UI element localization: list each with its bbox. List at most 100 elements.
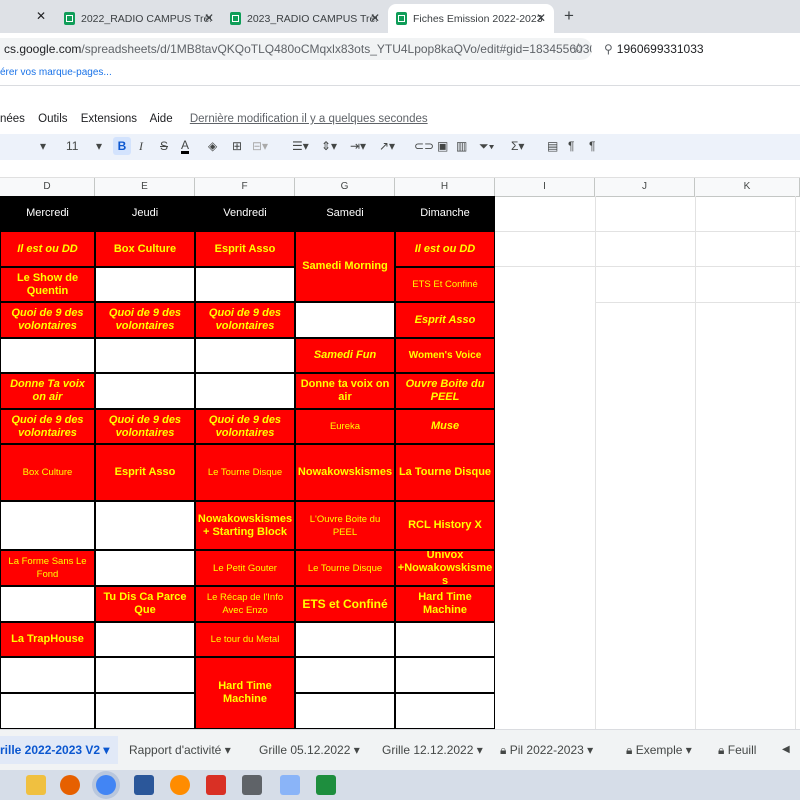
show-cell[interactable]: Ouvre Boite du PEEL	[395, 373, 495, 409]
column-header[interactable]: K	[695, 178, 800, 196]
address-bar[interactable]: cs.google.com/spreadsheets/d/1MB8tavQKQo…	[0, 38, 592, 60]
firefox-icon[interactable]	[60, 775, 80, 795]
empty-cell[interactable]	[95, 657, 195, 693]
insert-link-icon[interactable]: ⊂⊃	[414, 139, 434, 153]
strikethrough-button[interactable]: S	[160, 139, 168, 153]
show-cell[interactable]: Donne Ta voix on air	[0, 373, 95, 409]
merge-cells-icon[interactable]: ⊟▾	[252, 139, 268, 153]
sheet-tab-pil[interactable]: 🔒︎ Pil 2022-2023 ▾	[500, 736, 593, 764]
show-cell[interactable]: Il est ou DD	[0, 231, 95, 267]
close-tab-icon[interactable]: ✕	[536, 11, 546, 25]
font-dropdown-icon[interactable]: ▾	[40, 139, 46, 153]
rtl-icon[interactable]: ¶	[589, 139, 595, 153]
show-cell[interactable]: Hard Time Machine	[395, 586, 495, 622]
bookmarks-hint[interactable]: érer vos marque-pages...	[0, 67, 112, 78]
settings-app-icon[interactable]	[242, 775, 262, 795]
empty-cell[interactable]	[95, 501, 195, 550]
show-cell[interactable]: Esprit Asso	[195, 231, 295, 267]
show-cell[interactable]: Quoi de 9 des volontaires	[95, 302, 195, 338]
close-tab-icon[interactable]: ✕	[36, 9, 46, 23]
acrobat-icon[interactable]	[206, 775, 226, 795]
excel-icon[interactable]	[316, 775, 336, 795]
column-header[interactable]: J	[595, 178, 695, 196]
menu-item-outils[interactable]: Outils	[38, 113, 67, 125]
empty-cell[interactable]	[0, 338, 95, 373]
insert-chart-icon[interactable]: ▥	[456, 139, 467, 153]
search-box[interactable]: ⚲ 1960699331033	[598, 38, 800, 60]
show-cell[interactable]: Samedi Morning	[295, 231, 395, 302]
show-cell[interactable]: Nowakowskismes	[295, 444, 395, 501]
empty-cell[interactable]	[95, 373, 195, 409]
show-cell[interactable]: Samedi Fun	[295, 338, 395, 373]
functions-icon[interactable]: Σ▾	[511, 139, 524, 153]
show-cell[interactable]: Box Culture	[0, 444, 95, 501]
show-cell[interactable]: Quoi de 9 des volontaires	[0, 409, 95, 444]
show-cell[interactable]: ETS et Confiné	[295, 586, 395, 622]
text-rotation-icon[interactable]: ↗▾	[379, 139, 395, 153]
app-icon[interactable]	[170, 775, 190, 795]
day-header[interactable]: Samedi	[295, 196, 395, 231]
column-header[interactable]: E	[95, 178, 195, 196]
font-size-dropdown-icon[interactable]: ▾	[96, 139, 102, 153]
show-cell[interactable]: Le Petit Gouter	[195, 550, 295, 586]
sheet-tab-grille-v2[interactable]: rille 2022-2023 V2 ▾	[0, 736, 118, 764]
ltr-icon[interactable]: ¶	[568, 139, 574, 153]
show-cell[interactable]: Le Tourne Disque	[295, 550, 395, 586]
column-header[interactable]: F	[195, 178, 295, 196]
sheet-tab-grille-1212[interactable]: Grille 12.12.2022 ▾	[382, 736, 483, 764]
empty-cell[interactable]	[395, 693, 495, 729]
show-cell[interactable]: La TrapHouse	[0, 622, 95, 657]
show-cell[interactable]: RCL History X	[395, 501, 495, 550]
empty-cell[interactable]	[195, 267, 295, 302]
show-cell[interactable]: Esprit Asso	[95, 444, 195, 501]
file-explorer-icon[interactable]	[26, 775, 46, 795]
column-header[interactable]: D	[0, 178, 95, 196]
new-tab-button[interactable]: +	[564, 6, 574, 26]
bookmark-star-icon[interactable]: ☆	[572, 40, 585, 57]
column-header[interactable]: I	[495, 178, 595, 196]
close-tab-icon[interactable]: ✕	[204, 11, 214, 25]
show-cell[interactable]: Esprit Asso	[395, 302, 495, 338]
show-cell[interactable]: Il est ou DD	[395, 231, 495, 267]
borders-icon[interactable]: ⊞	[232, 139, 242, 153]
show-cell[interactable]: Univox +Nowakowskisme s	[395, 550, 495, 586]
text-color-button[interactable]: A	[181, 139, 190, 154]
sheet-tab-grille-0512[interactable]: Grille 05.12.2022 ▾	[259, 736, 360, 764]
bookmarks-bar[interactable]: érer vos marque-pages...	[0, 63, 800, 86]
scroll-tabs-left-icon[interactable]: ◀	[782, 744, 790, 755]
show-cell[interactable]: La Forme Sans Le Fond	[0, 550, 95, 586]
empty-cell[interactable]	[195, 373, 295, 409]
column-header[interactable]: G	[295, 178, 395, 196]
align-vertical-icon[interactable]: ⇕▾	[321, 139, 337, 153]
word-icon[interactable]	[134, 775, 154, 795]
show-cell[interactable]: L'Ouvre Boite du PEEL	[295, 501, 395, 550]
empty-cell[interactable]	[0, 586, 95, 622]
chrome-icon[interactable]	[96, 775, 116, 795]
show-cell[interactable]: Le tour du Metal	[195, 622, 295, 657]
show-cell[interactable]: ETS Et Confiné	[395, 267, 495, 302]
browser-tab-3[interactable]: Fiches Emission 2022-2023 - Go ✕	[388, 4, 554, 33]
empty-cell[interactable]	[95, 622, 195, 657]
app-icon[interactable]	[280, 775, 300, 795]
empty-cell[interactable]	[295, 622, 395, 657]
table-icon[interactable]: ▤	[547, 139, 558, 153]
column-header[interactable]: H	[395, 178, 495, 196]
show-cell[interactable]: Le Tourne Disque	[195, 444, 295, 501]
italic-button[interactable]: I	[139, 139, 143, 154]
empty-cell[interactable]	[95, 693, 195, 729]
bold-button[interactable]: B	[113, 137, 131, 155]
show-cell[interactable]: Quoi de 9 des volontaires	[195, 302, 295, 338]
empty-cell[interactable]	[0, 501, 95, 550]
empty-cell[interactable]	[295, 657, 395, 693]
menu-item-donnees[interactable]: nées	[0, 113, 25, 125]
close-tab-icon[interactable]: ✕	[370, 11, 380, 25]
empty-cell[interactable]	[295, 302, 395, 338]
empty-cell[interactable]	[0, 657, 95, 693]
show-cell[interactable]: Muse	[395, 409, 495, 444]
show-cell[interactable]: Donne ta voix on air	[295, 373, 395, 409]
empty-cell[interactable]	[295, 693, 395, 729]
day-header[interactable]: Mercredi	[0, 196, 95, 231]
align-horizontal-icon[interactable]: ☰▾	[292, 139, 309, 153]
show-cell[interactable]: Box Culture	[95, 231, 195, 267]
font-size-field[interactable]: 11	[66, 139, 78, 153]
